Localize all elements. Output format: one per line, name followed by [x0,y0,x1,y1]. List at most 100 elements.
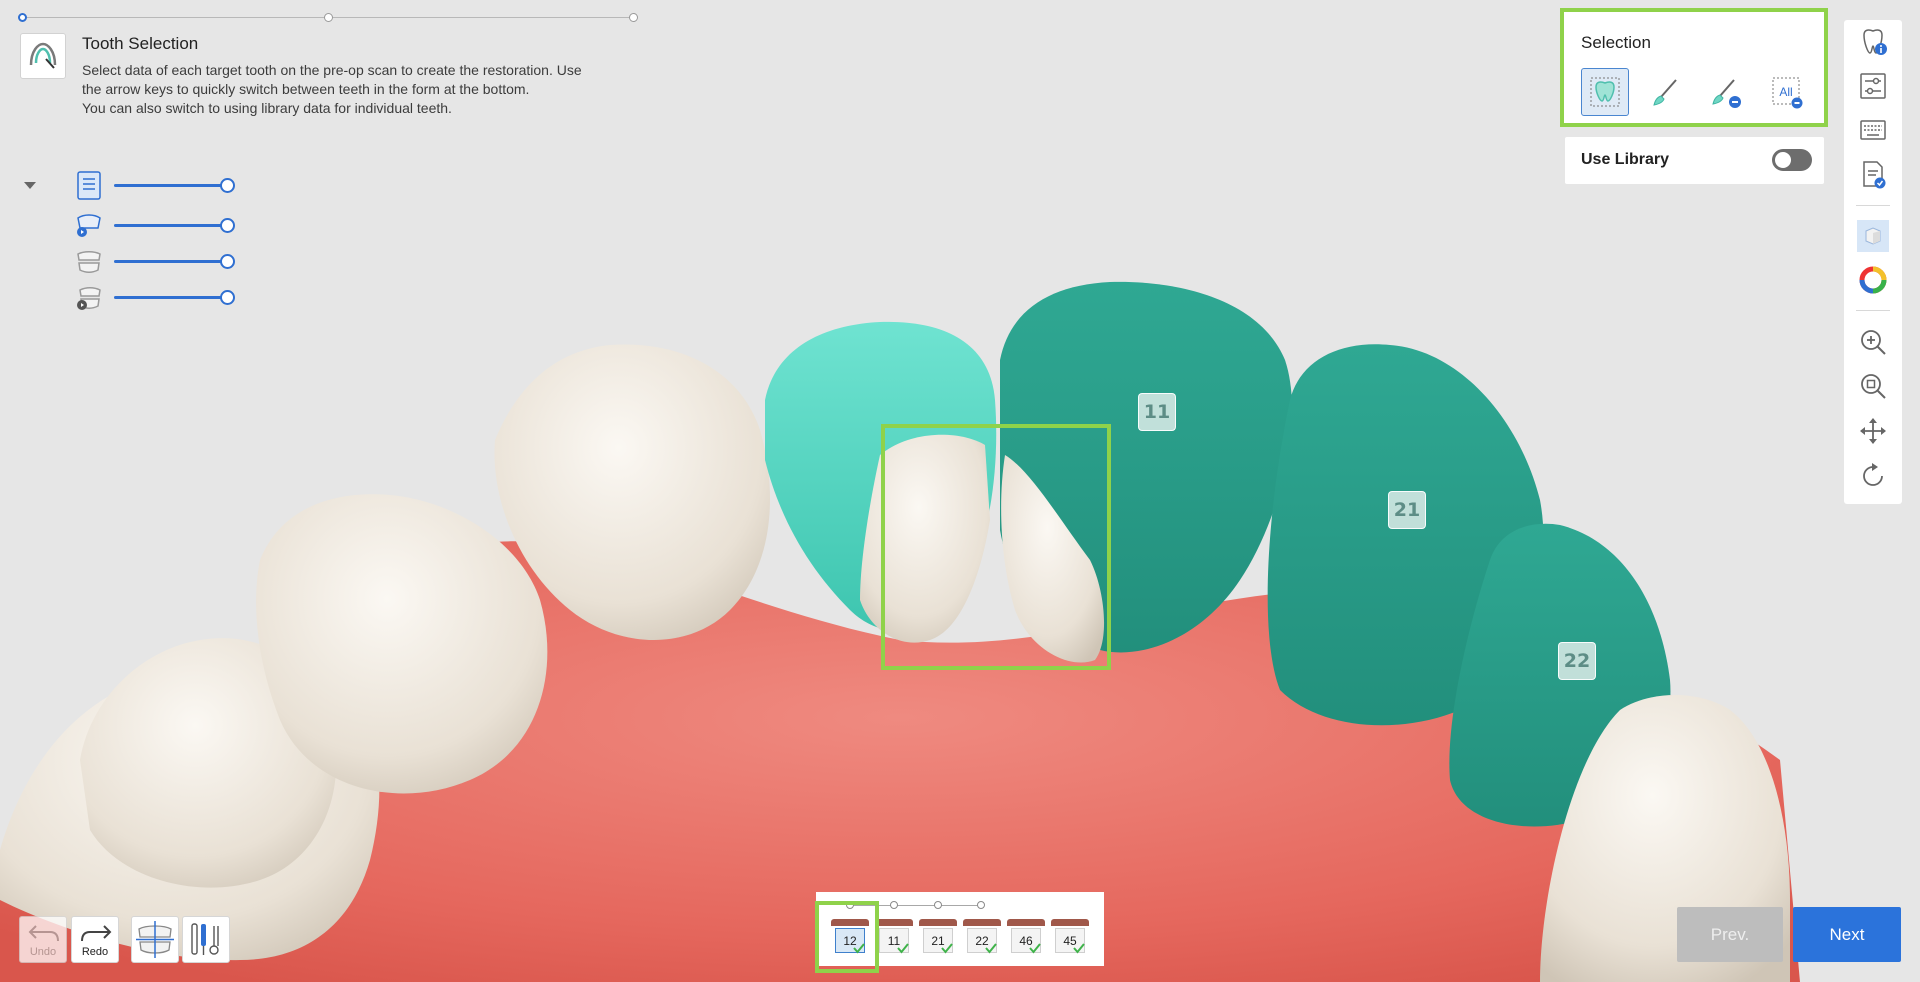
undo-label: Undo [29,946,57,958]
jaw-occlusion-icon [136,921,174,958]
color-wheel-icon [1859,266,1887,294]
slider-handle[interactable] [220,290,235,305]
display-cube-icon [1865,227,1881,245]
undo-button[interactable]: Undo [19,916,67,963]
tooth-strip-dot [890,901,898,909]
select-all-label: All [1779,85,1792,99]
brush-erase-icon [1712,79,1741,108]
tooth-chip-crown [875,919,913,926]
undo-icon [28,925,59,942]
opacity-slider-lower-jaw-scan[interactable] [114,290,235,305]
rotate-icon [1863,463,1883,486]
right-toolbar [1844,20,1902,504]
tooth-chip-45[interactable]: 45 [1051,919,1089,955]
use-library-panel: Use Library [1565,137,1824,184]
smart-select-icon [1590,77,1620,107]
use-library-label: Use Library [1581,151,1670,168]
tooth-chip-22[interactable]: 22 [963,919,1001,955]
opacity-slider-pre-op[interactable] [114,178,235,193]
page-title: Tooth Selection [82,34,199,53]
step-progress [18,12,638,24]
case-info-button[interactable] [1857,26,1889,58]
rotate-button[interactable] [1857,460,1889,492]
tooth-chip-46[interactable]: 46 [1007,919,1045,955]
settings-button[interactable] [1857,70,1889,102]
tooth-chip-11[interactable]: 11 [875,919,913,955]
tooth-chip-crown [1007,919,1045,926]
redo-icon [81,925,112,942]
selection-panel: Selection All [1560,8,1828,127]
select-all-icon: All [1772,77,1803,109]
step-dot-2[interactable] [324,13,333,22]
tooth-chip-crown [919,919,957,926]
keyboard-icon [1860,120,1886,140]
next-button[interactable]: Next [1793,907,1901,962]
redo-label: Redo [81,946,109,958]
upper-jaw-scan-icon[interactable] [74,210,104,240]
pan-button[interactable] [1857,415,1889,447]
tools-button[interactable] [182,916,230,963]
opacity-slider-upper-jaw[interactable] [114,218,235,233]
keyboard-shortcuts-button[interactable] [1857,114,1889,146]
tooth-chip-21[interactable]: 21 [919,919,957,955]
zoom-in-button[interactable] [1857,326,1889,358]
color-mode-button[interactable] [1857,264,1889,296]
layer-row-pre-op [22,170,242,200]
selection-title: Selection [1581,33,1651,52]
slider-handle[interactable] [220,218,235,233]
pan-arrows-icon [1860,418,1886,444]
lower-jaw-icon[interactable] [74,246,104,276]
opacity-slider-lower-jaw[interactable] [114,254,235,269]
step-dot-1[interactable] [18,13,27,22]
zoom-fit-button[interactable] [1857,370,1889,402]
step-dot-3[interactable] [629,13,638,22]
document-icon [1863,161,1886,189]
tooth-label-21: 21 [1388,491,1426,529]
checkmark-icon [897,943,909,954]
toolbar-separator [1856,205,1890,206]
redo-button[interactable]: Redo [71,916,119,963]
description-line-2: the arrow keys to quickly switch between… [82,81,530,97]
report-button[interactable] [1857,158,1889,190]
tooth-strip-dot [934,901,942,909]
tooth-info-icon [1863,29,1887,55]
prev-button[interactable]: Prev. [1677,907,1783,962]
smart-select-tool-button[interactable] [1581,68,1629,116]
dental-tools-icon [191,923,219,955]
checkmark-icon [985,943,997,954]
checkmark-icon [1073,943,1085,954]
tooth-strip-highlight [815,901,879,973]
layer-row-lower-jaw-scan [22,282,242,312]
slider-handle[interactable] [220,254,235,269]
pre-op-scan-icon[interactable] [74,170,104,200]
tooth-strip-dot [977,901,985,909]
brush-tool-button[interactable] [1642,68,1690,116]
tooth-label-11: 11 [1138,393,1176,431]
layer-row-lower-jaw [22,246,242,276]
checkmark-icon [1029,943,1041,954]
toolbar-separator [1856,310,1890,311]
zoom-in-icon [1861,330,1886,355]
toggle-knob [1775,152,1791,168]
brush-icon [1653,79,1677,106]
tooth-chip-crown [1051,919,1089,926]
description-line-1: Select data of each target tooth on the … [82,62,582,78]
deselect-all-tool-button[interactable]: All [1763,68,1811,116]
tooth-label-22: 22 [1558,642,1596,680]
use-library-toggle[interactable] [1772,149,1812,171]
erase-brush-tool-button[interactable] [1702,68,1750,116]
checkmark-icon [941,943,953,954]
occlusion-view-button[interactable] [131,916,179,963]
layer-row-upper-jaw [22,210,242,240]
zoom-fit-icon [1861,374,1886,399]
display-mode-button[interactable] [1857,220,1889,252]
tooth-premolar-2[interactable] [256,494,548,794]
lower-jaw-scan-icon[interactable] [74,282,104,312]
data-layers-panel [22,168,242,318]
tooth-chip-crown [963,919,1001,926]
slider-handle[interactable] [220,178,235,193]
description-line-3: You can also switch to using library dat… [82,100,452,116]
page-description: Select data of each target tooth on the … [82,61,652,118]
tooth-selection-step-icon [20,33,66,79]
selection-highlight-region [881,424,1111,670]
